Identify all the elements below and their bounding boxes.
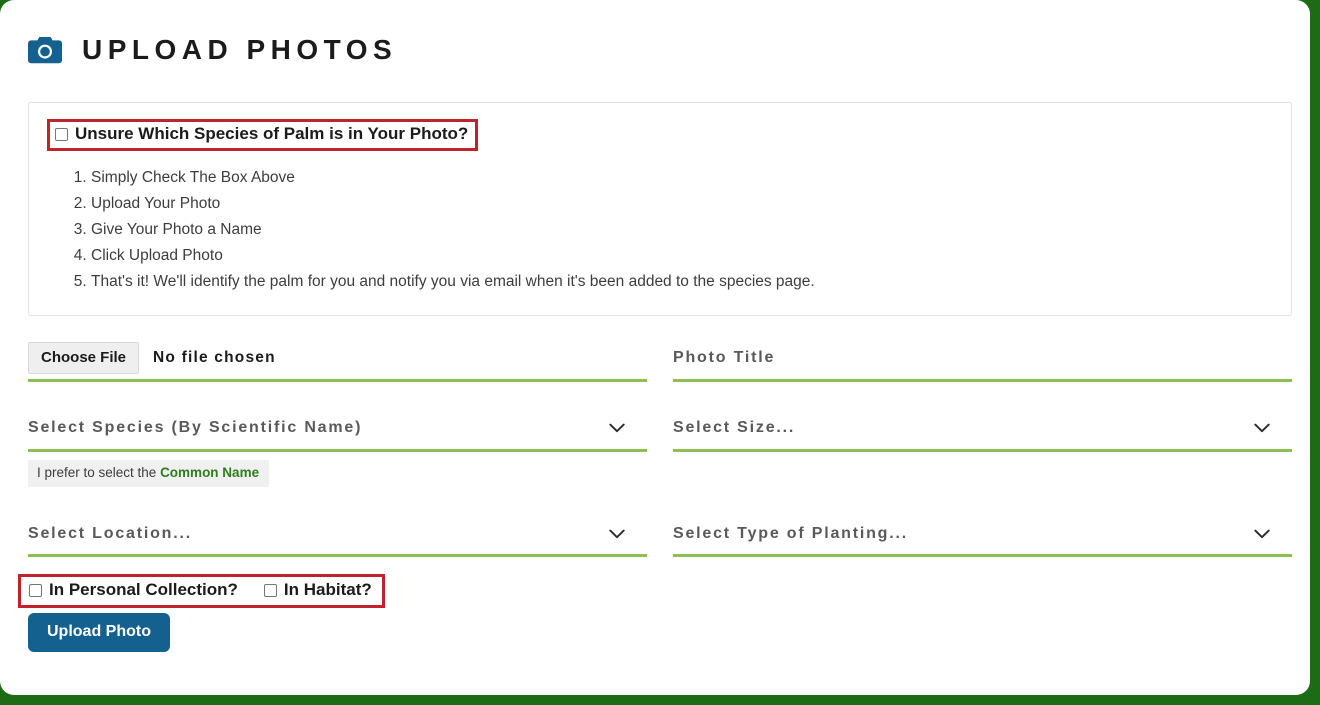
grid-spacer: [647, 408, 673, 452]
location-select-label: Select Location...: [28, 524, 192, 542]
upload-photo-button[interactable]: Upload Photo: [28, 613, 170, 652]
list-item: Click Upload Photo: [91, 243, 1273, 269]
grid-spacer: [647, 338, 673, 382]
size-select-label: Select Size...: [673, 419, 796, 437]
habitat-checkbox-row[interactable]: In Habitat?: [263, 580, 372, 600]
upload-form: Choose File No file chosen Photo Title S…: [28, 338, 1292, 558]
grid-spacer: [673, 382, 1292, 408]
chevron-down-icon[interactable]: [1254, 529, 1270, 539]
list-item: Simply Check The Box Above: [91, 165, 1273, 191]
habitat-label: In Habitat?: [283, 580, 372, 599]
instructions-panel: Unsure Which Species of Palm is in Your …: [28, 102, 1292, 316]
card-content: Upload Photos Unsure Which Species of Pa…: [18, 18, 1292, 678]
grid-spacer: [647, 452, 673, 487]
chevron-down-icon[interactable]: [609, 423, 625, 433]
prefer-note-prefix: I prefer to select the: [37, 464, 161, 480]
collection-habitat-checkbox-group: In Personal Collection? In Habitat?: [18, 574, 385, 608]
file-upload-field[interactable]: Choose File No file chosen: [28, 338, 647, 382]
planting-type-select[interactable]: Select Type of Planting...: [673, 513, 1292, 558]
page-title: Upload Photos: [82, 34, 398, 65]
photo-title-placeholder: Photo Title: [673, 349, 776, 367]
upload-photos-card: Upload Photos Unsure Which Species of Pa…: [0, 0, 1310, 695]
species-select-label: Select Species (By Scientific Name): [28, 419, 363, 437]
personal-collection-checkbox-row[interactable]: In Personal Collection?: [29, 580, 238, 600]
list-item: That's it! We'll identify the palm for y…: [91, 269, 1273, 295]
instruction-steps-list: Simply Check The Box Above Upload Your P…: [47, 165, 1273, 295]
grid-spacer: [673, 487, 1292, 513]
common-name-link[interactable]: Common Name: [160, 465, 259, 480]
grid-spacer: [647, 513, 673, 557]
page-root: Upload Photos Unsure Which Species of Pa…: [0, 0, 1320, 705]
page-header: Upload Photos: [28, 26, 1292, 74]
file-status-text: No file chosen: [153, 349, 276, 367]
choose-file-button[interactable]: Choose File: [28, 342, 140, 375]
camera-icon: [28, 37, 62, 64]
grid-spacer: [28, 382, 647, 408]
photo-title-field[interactable]: Photo Title: [673, 338, 1292, 382]
prefer-common-name-note[interactable]: I prefer to select the Common Name: [28, 459, 270, 488]
grid-spacer: [28, 487, 647, 513]
unsure-species-label: Unsure Which Species of Palm is in Your …: [75, 124, 469, 143]
unsure-species-checkbox[interactable]: [55, 127, 68, 141]
chevron-down-icon[interactable]: [1254, 423, 1270, 433]
list-item: Give Your Photo a Name: [91, 217, 1273, 243]
grid-spacer: [647, 382, 673, 408]
chevron-down-icon[interactable]: [609, 529, 625, 539]
list-item: Upload Your Photo: [91, 191, 1273, 217]
unsure-species-checkbox-row[interactable]: Unsure Which Species of Palm is in Your …: [47, 119, 479, 151]
prefer-note-cell: I prefer to select the Common Name: [28, 452, 647, 488]
species-select[interactable]: Select Species (By Scientific Name): [28, 408, 647, 452]
location-select[interactable]: Select Location...: [28, 513, 647, 558]
grid-spacer: [647, 487, 673, 513]
grid-spacer: [673, 452, 1292, 487]
personal-collection-checkbox[interactable]: [29, 583, 42, 597]
habitat-checkbox[interactable]: [263, 583, 277, 597]
size-select[interactable]: Select Size...: [673, 408, 1292, 452]
personal-collection-label: In Personal Collection?: [49, 580, 238, 599]
planting-type-select-label: Select Type of Planting...: [673, 524, 908, 542]
